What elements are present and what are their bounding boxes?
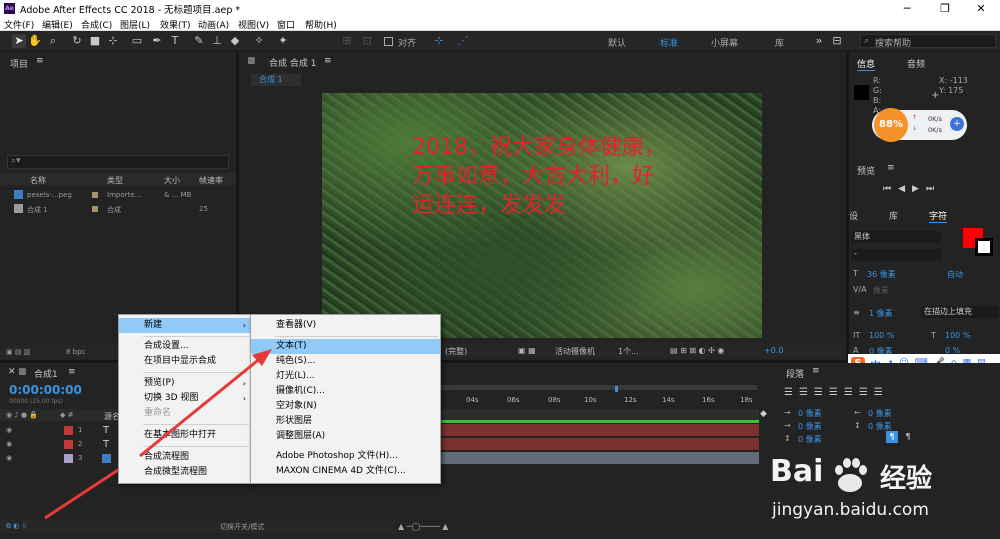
- vscale-value[interactable]: 100 %: [869, 331, 894, 340]
- baidu-url: jingyan.baidu.com: [772, 500, 929, 520]
- info-panel: 信息 音频 R: G: B: A: X: -113 Y: 175 +: [849, 52, 1000, 156]
- preview-title[interactable]: 预览: [857, 164, 875, 177]
- paragraph-title[interactable]: 段落: [786, 367, 804, 380]
- info-y: Y: 175: [939, 86, 964, 95]
- baidu-brand-suffix: 经验: [880, 464, 933, 494]
- tab-character[interactable]: 字符: [929, 209, 948, 223]
- alignment-buttons[interactable]: ☰☰☰☰☰☰☰: [784, 387, 889, 398]
- space-after-icon: ↕: [854, 421, 861, 430]
- net-down: 0K/s: [928, 126, 942, 134]
- network-widget[interactable]: 88% ↑ ↓ 0K/s 0K/s +: [872, 108, 967, 142]
- stroke-width-icon: ≡: [853, 308, 860, 317]
- info-b: B:: [873, 96, 882, 105]
- kerning-icon: V/A: [853, 285, 867, 294]
- upload-icon: ↑: [912, 114, 918, 121]
- color-swatch: [854, 85, 869, 100]
- direction-rtl-icon[interactable]: ¶: [902, 431, 914, 443]
- hscale-value[interactable]: 100 %: [945, 331, 970, 340]
- space-before-value[interactable]: 0 像素: [798, 434, 822, 445]
- indent-first-icon: →: [784, 421, 791, 430]
- tab-library[interactable]: 库: [889, 209, 898, 222]
- space-before-icon: ↕: [784, 434, 791, 443]
- info-r: R:: [873, 76, 882, 85]
- baidu-paw-icon: [835, 458, 867, 492]
- preview-panel: 预览 ≡ ⏮◀▶⏭: [849, 159, 1000, 203]
- indent-left-icon: →: [784, 408, 791, 417]
- tab-effects[interactable]: 设: [849, 209, 858, 222]
- vscale-icon: IT: [853, 331, 861, 340]
- leading-value[interactable]: 自动: [947, 269, 963, 280]
- net-up: 0K/s: [928, 115, 942, 123]
- tracking-value[interactable]: 像素: [873, 285, 889, 296]
- boost-icon[interactable]: +: [950, 117, 964, 131]
- stroke-width-value[interactable]: 1 像素: [869, 308, 893, 319]
- info-x: X: -113: [939, 76, 968, 85]
- baidu-brand: Bai: [770, 454, 824, 489]
- panel-menu-icon[interactable]: ≡: [812, 366, 820, 376]
- font-family-dropdown[interactable]: 黑体: [851, 231, 941, 243]
- indent-first-value[interactable]: 0 像素: [798, 421, 822, 432]
- crosshair-icon: +: [931, 90, 940, 101]
- character-panel: 设 库 字符 黑体 - T 36 像素 自动 V/A 像素 ≡ 1 像素 在描边…: [849, 206, 1000, 356]
- info-g: G:: [873, 86, 882, 95]
- audio-tab[interactable]: 音频: [907, 57, 925, 70]
- font-size-icon: T: [853, 269, 858, 278]
- playback-controls[interactable]: ⏮◀▶⏭: [883, 184, 941, 194]
- indent-right-icon: ←: [854, 408, 861, 417]
- font-style-dropdown[interactable]: -: [851, 249, 941, 261]
- hscale-icon: T: [931, 331, 936, 340]
- stroke-type-dropdown[interactable]: 在描边上填充: [921, 306, 999, 318]
- net-percent: 88%: [874, 108, 908, 142]
- baidu-jingyan-watermark: Bai 经验 jingyan.baidu.com: [770, 450, 995, 530]
- indent-left-value[interactable]: 0 像素: [798, 408, 822, 419]
- info-tab[interactable]: 信息: [857, 57, 876, 71]
- panel-menu-icon[interactable]: ≡: [887, 163, 895, 173]
- direction-ltr-icon[interactable]: ¶: [886, 431, 898, 443]
- font-size-value[interactable]: 36 像素: [867, 269, 896, 280]
- stroke-color-swatch[interactable]: [975, 238, 993, 256]
- indent-right-value[interactable]: 0 像素: [868, 408, 892, 419]
- download-icon: ↓: [912, 125, 918, 132]
